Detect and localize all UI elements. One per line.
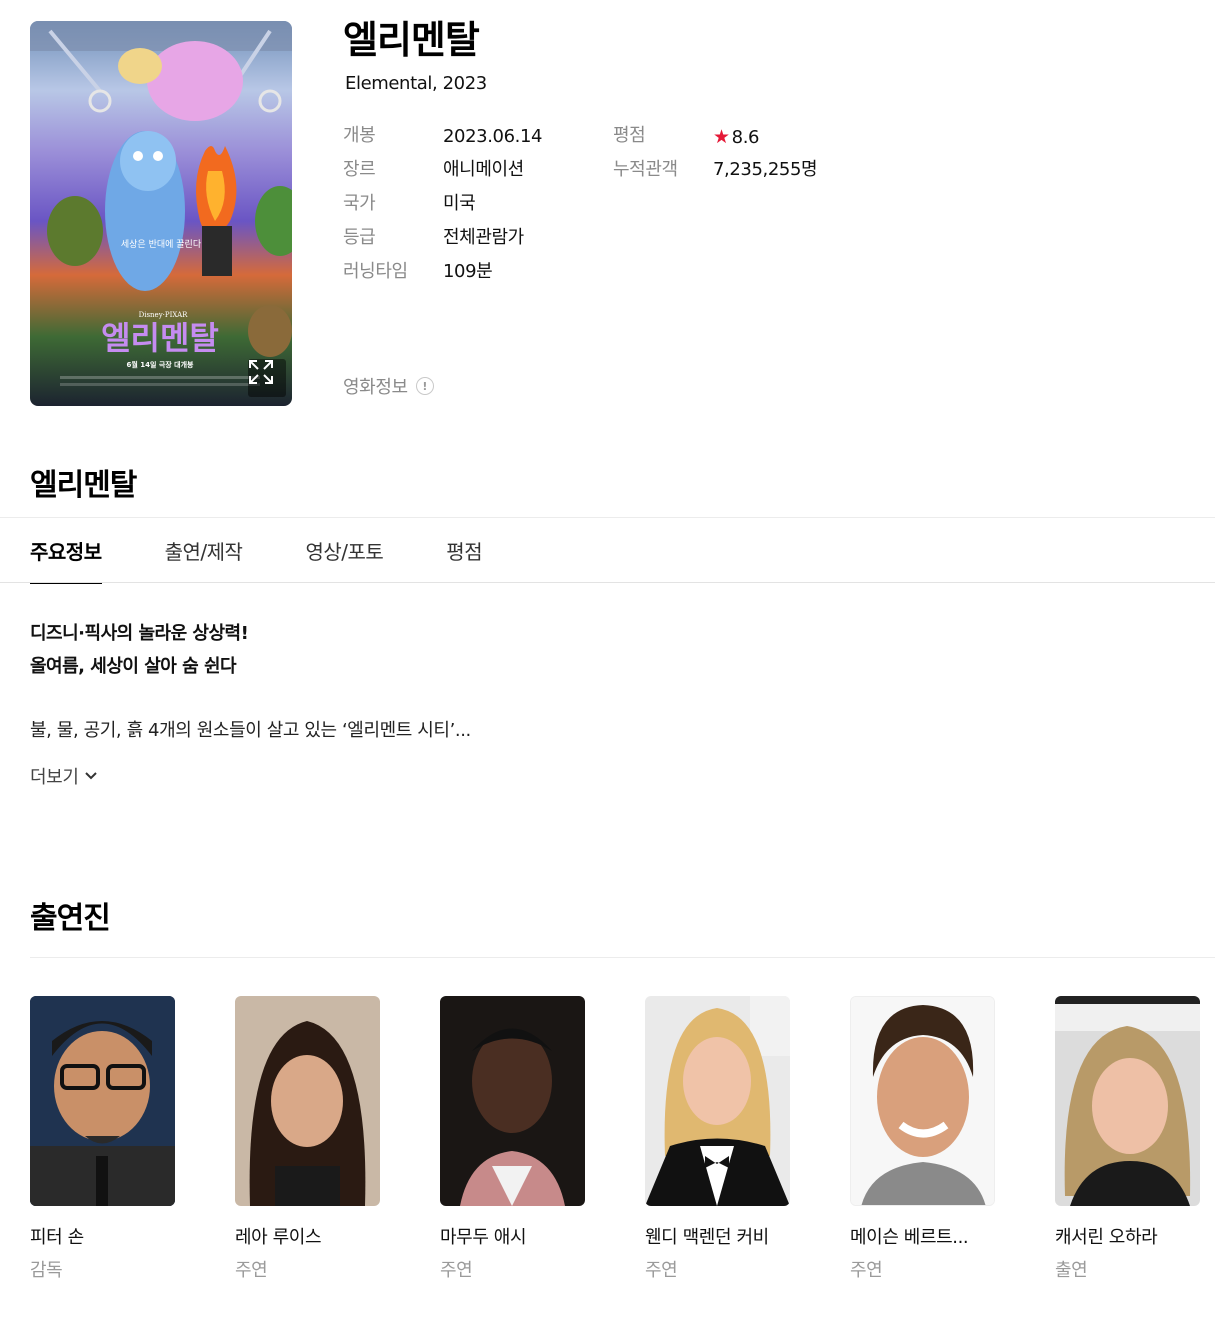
movie-info-left: 개봉 2023.06.14 장르 애니메이션 국가 미국 등급 전체관람가 러닝… [343,125,603,295]
cast-role: 주연 [850,1260,883,1281]
tab-bar: 주요정보 출연/제작 영상/포토 평점 [30,518,545,584]
cast-name: 캐서린 오하라 [1055,1227,1158,1248]
rating-label: 평점 [613,125,646,146]
movie-subtitle: Elemental, 2023 [345,73,487,94]
rating-value-wrap: ★ 8.6 [713,126,759,149]
cast-item[interactable]: 메이슨 베르트... 주연 [850,996,995,1282]
cast-item[interactable]: 웬디 맥렌던 커비 주연 [645,996,790,1282]
cast-item[interactable]: 레아 루이스 주연 [235,996,380,1282]
release-label: 개봉 [343,125,376,146]
tab-main-info[interactable]: 주요정보 [30,518,102,584]
tab-video-photo[interactable]: 영상/포토 [305,518,383,583]
cast-photo [850,996,995,1206]
grade-label: 등급 [343,227,376,248]
info-icon[interactable]: ! [415,377,434,395]
country-label: 국가 [343,193,376,214]
cast-item[interactable]: 캐서린 오하라 출연 [1055,996,1200,1282]
rating-value: 8.6 [731,127,760,148]
release-value: 2023.06.14 [443,126,543,147]
runtime-label: 러닝타임 [343,261,408,282]
genre-label: 장르 [343,159,376,180]
chevron-down-icon [85,772,98,780]
poster-brand: Disney·PIXAR [139,311,189,319]
cast-name: 마무두 애시 [440,1227,527,1248]
section-title: 엘리멘탈 [30,468,137,503]
movie-info-right: 평점 ★ 8.6 누적관객 7,235,255명 [613,125,873,185]
synopsis-body: 불, 물, 공기, 흙 4개의 원소들이 살고 있는 ‘엘리멘트 시티’... [30,720,471,741]
cast-name: 메이슨 베르트... [850,1227,969,1248]
poster-release-line: 6월 14일 극장 대개봉 [126,360,194,369]
genre-value: 애니메이션 [443,159,524,180]
cast-role: 주연 [440,1260,473,1281]
synopsis-headline-2: 올여름, 세상이 살아 숨 쉰다 [30,656,237,677]
cast-photo [235,996,380,1206]
movie-info-label: 영화정보 [343,377,408,398]
cast-photo [645,996,790,1206]
synopsis-headline-1: 디즈니·픽사의 놀라운 상상력! [30,623,249,644]
tab-cast-crew[interactable]: 출연/제작 [165,518,243,583]
expand-icon[interactable] [248,359,286,397]
grade-value: 전체관람가 [443,227,524,248]
tabs-divider [0,582,1215,583]
cast-item[interactable]: 피터 손 감독 [30,996,175,1282]
cast-name: 피터 손 [30,1227,84,1248]
poster-art: 세상은 반대에 끌린다 Disney·PIXAR 엘리멘탈 6월 14일 극장 … [30,21,292,386]
movie-poster[interactable]: 세상은 반대에 끌린다 Disney·PIXAR 엘리멘탈 6월 14일 극장 … [30,21,292,406]
cast-role: 출연 [1055,1260,1088,1281]
poster-tagline: 세상은 반대에 끌린다 [121,239,202,250]
cast-photo [1055,996,1200,1206]
cast-photo [440,996,585,1206]
more-label: 더보기 [30,767,79,788]
country-value: 미국 [443,193,476,214]
tab-rating[interactable]: 평점 [446,518,482,583]
cast-photo [30,996,175,1206]
cast-role: 주연 [645,1260,678,1281]
cast-role: 감독 [30,1260,63,1281]
cast-divider [30,957,1215,958]
runtime-value: 109분 [443,261,493,282]
cast-name: 웬디 맥렌던 커비 [645,1227,769,1248]
cast-role: 주연 [235,1260,268,1281]
cast-name: 레아 루이스 [235,1227,322,1248]
cast-list: 피터 손 감독 레아 루이스 주연 마무두 애시 주연 웬디 맥렌던 커비 주연… [30,996,1215,1296]
movie-info-link[interactable]: 영화정보 ! [343,373,434,399]
cast-item[interactable]: 마무두 애시 주연 [440,996,585,1282]
poster-logo-title: 엘리멘탈 [101,319,219,357]
more-button[interactable]: 더보기 [30,763,98,789]
movie-title: 엘리멘탈 [343,18,480,62]
audience-label: 누적관객 [613,159,678,180]
star-icon: ★ [713,126,730,148]
audience-value: 7,235,255명 [713,159,818,180]
cast-title: 출연진 [30,901,111,936]
